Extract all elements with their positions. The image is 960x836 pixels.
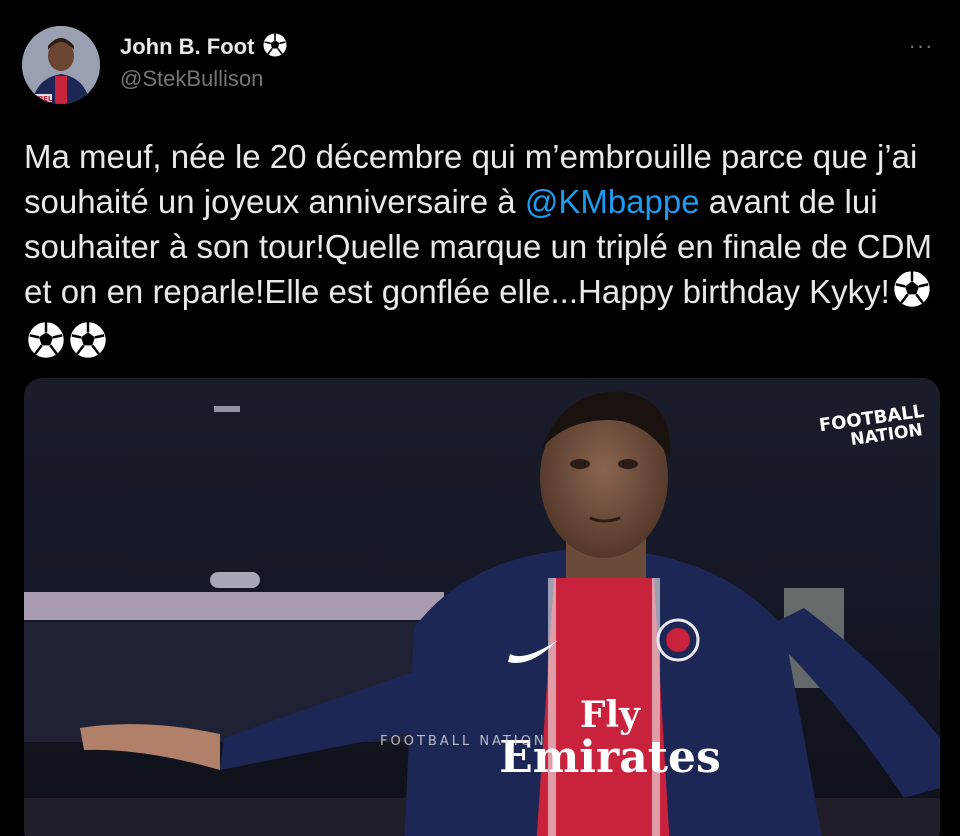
mention-link[interactable]: @KMbappe [525,183,700,220]
tweet-text: Ma meuf, née le 20 décembre qui m’embrou… [24,134,944,371]
svg-text:OPEL: OPEL [32,95,53,103]
soccer-ball-icon [26,320,66,371]
bottom-watermark: FOOTBALL NATION [380,734,547,749]
author-name-row[interactable]: John B. Foot [120,32,288,63]
tweet: OPEL John B. Foot @StekBullison ··· Ma m… [0,0,960,836]
shirt-sponsor-line-1: Fly [579,694,641,736]
soccer-ball-icon [68,320,108,371]
tweet-media-video[interactable]: FOOTBALL NATION Fly Emirates FOOTBALL NA… [24,378,940,836]
more-options-button[interactable]: ··· [906,33,936,58]
display-name[interactable]: John B. Foot [120,34,254,60]
avatar-image: OPEL [22,26,100,104]
user-handle[interactable]: @StekBullison [120,66,263,92]
avatar[interactable]: OPEL [22,26,100,104]
more-icon: ··· [908,33,934,58]
soccer-ball-icon [892,269,932,320]
soccer-ball-icon [262,32,288,63]
